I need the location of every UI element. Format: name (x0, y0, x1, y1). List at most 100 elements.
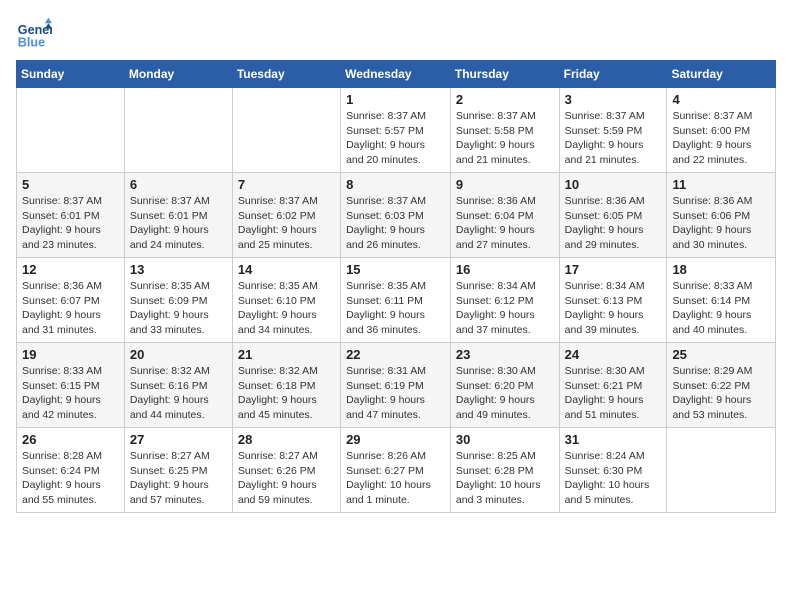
day-number: 26 (22, 432, 119, 447)
calendar-cell: 13 Sunrise: 8:35 AM Sunset: 6:09 PM Dayli… (124, 258, 232, 343)
day-number: 29 (346, 432, 445, 447)
day-info: Sunrise: 8:31 AM Sunset: 6:19 PM Dayligh… (346, 364, 445, 423)
weekday-header: Monday (124, 61, 232, 88)
weekday-header: Wednesday (341, 61, 451, 88)
calendar-cell (17, 88, 125, 173)
day-number: 14 (238, 262, 335, 277)
day-number: 12 (22, 262, 119, 277)
day-info: Sunrise: 8:33 AM Sunset: 6:15 PM Dayligh… (22, 364, 119, 423)
calendar-cell: 4 Sunrise: 8:37 AM Sunset: 6:00 PM Daylig… (667, 88, 776, 173)
day-info: Sunrise: 8:36 AM Sunset: 6:05 PM Dayligh… (565, 194, 662, 253)
header: General Blue (16, 16, 776, 52)
day-info: Sunrise: 8:27 AM Sunset: 6:26 PM Dayligh… (238, 449, 335, 508)
calendar-cell: 29 Sunrise: 8:26 AM Sunset: 6:27 PM Dayli… (341, 428, 451, 513)
day-info: Sunrise: 8:37 AM Sunset: 6:02 PM Dayligh… (238, 194, 335, 253)
day-number: 13 (130, 262, 227, 277)
calendar-cell: 3 Sunrise: 8:37 AM Sunset: 5:59 PM Daylig… (559, 88, 667, 173)
day-info: Sunrise: 8:35 AM Sunset: 6:11 PM Dayligh… (346, 279, 445, 338)
day-info: Sunrise: 8:35 AM Sunset: 6:10 PM Dayligh… (238, 279, 335, 338)
day-info: Sunrise: 8:30 AM Sunset: 6:21 PM Dayligh… (565, 364, 662, 423)
weekday-header: Saturday (667, 61, 776, 88)
calendar-cell: 12Sunrise: 8:36 AM Sunset: 6:07 PM Dayli… (17, 258, 125, 343)
day-number: 23 (456, 347, 554, 362)
day-number: 18 (672, 262, 770, 277)
day-number: 4 (672, 92, 770, 107)
day-number: 10 (565, 177, 662, 192)
day-info: Sunrise: 8:30 AM Sunset: 6:20 PM Dayligh… (456, 364, 554, 423)
day-info: Sunrise: 8:33 AM Sunset: 6:14 PM Dayligh… (672, 279, 770, 338)
calendar-cell: 23 Sunrise: 8:30 AM Sunset: 6:20 PM Dayli… (450, 343, 559, 428)
calendar-cell: 31Sunrise: 8:24 AM Sunset: 6:30 PM Dayli… (559, 428, 667, 513)
day-info: Sunrise: 8:34 AM Sunset: 6:13 PM Dayligh… (565, 279, 662, 338)
calendar-cell: 30 Sunrise: 8:25 AM Sunset: 6:28 PM Dayli… (450, 428, 559, 513)
calendar-cell: 28 Sunrise: 8:27 AM Sunset: 6:26 PM Dayli… (232, 428, 340, 513)
calendar-cell: 9 Sunrise: 8:36 AM Sunset: 6:04 PM Daylig… (450, 173, 559, 258)
day-number: 19 (22, 347, 119, 362)
day-info: Sunrise: 8:35 AM Sunset: 6:09 PM Dayligh… (130, 279, 227, 338)
day-info: Sunrise: 8:25 AM Sunset: 6:28 PM Dayligh… (456, 449, 554, 508)
calendar-cell: 5 Sunrise: 8:37 AM Sunset: 6:01 PM Daylig… (17, 173, 125, 258)
day-number: 3 (565, 92, 662, 107)
day-number: 9 (456, 177, 554, 192)
day-number: 22 (346, 347, 445, 362)
day-number: 1 (346, 92, 445, 107)
day-info: Sunrise: 8:26 AM Sunset: 6:27 PM Dayligh… (346, 449, 445, 508)
calendar-cell: 20 Sunrise: 8:32 AM Sunset: 6:16 PM Dayli… (124, 343, 232, 428)
calendar-cell (124, 88, 232, 173)
day-info: Sunrise: 8:29 AM Sunset: 6:22 PM Dayligh… (672, 364, 770, 423)
day-number: 17 (565, 262, 662, 277)
calendar-cell: 22 Sunrise: 8:31 AM Sunset: 6:19 PM Dayli… (341, 343, 451, 428)
day-number: 8 (346, 177, 445, 192)
calendar-cell: 8 Sunrise: 8:37 AM Sunset: 6:03 PM Daylig… (341, 173, 451, 258)
day-info: Sunrise: 8:32 AM Sunset: 6:16 PM Dayligh… (130, 364, 227, 423)
calendar-cell: 16 Sunrise: 8:34 AM Sunset: 6:12 PM Dayli… (450, 258, 559, 343)
day-number: 28 (238, 432, 335, 447)
calendar-cell: 25 Sunrise: 8:29 AM Sunset: 6:22 PM Dayli… (667, 343, 776, 428)
weekday-header: Thursday (450, 61, 559, 88)
calendar-cell: 7 Sunrise: 8:37 AM Sunset: 6:02 PM Daylig… (232, 173, 340, 258)
day-number: 27 (130, 432, 227, 447)
day-info: Sunrise: 8:37 AM Sunset: 6:03 PM Dayligh… (346, 194, 445, 253)
weekday-header: Friday (559, 61, 667, 88)
calendar-cell: 6 Sunrise: 8:37 AM Sunset: 6:01 PM Daylig… (124, 173, 232, 258)
day-number: 5 (22, 177, 119, 192)
calendar-cell: 10 Sunrise: 8:36 AM Sunset: 6:05 PM Dayli… (559, 173, 667, 258)
day-number: 30 (456, 432, 554, 447)
day-info: Sunrise: 8:36 AM Sunset: 6:06 PM Dayligh… (672, 194, 770, 253)
day-number: 6 (130, 177, 227, 192)
day-info: Sunrise: 8:37 AM Sunset: 6:01 PM Dayligh… (22, 194, 119, 253)
day-info: Sunrise: 8:34 AM Sunset: 6:12 PM Dayligh… (456, 279, 554, 338)
day-number: 7 (238, 177, 335, 192)
calendar-cell (232, 88, 340, 173)
day-number: 11 (672, 177, 770, 192)
day-number: 21 (238, 347, 335, 362)
weekday-header: Sunday (17, 61, 125, 88)
calendar-cell: 15Sunrise: 8:35 AM Sunset: 6:11 PM Dayli… (341, 258, 451, 343)
weekday-header: Tuesday (232, 61, 340, 88)
svg-text:Blue: Blue (18, 36, 45, 50)
calendar-header: SundayMondayTuesdayWednesdayThursdayFrid… (17, 61, 776, 88)
calendar-cell: 24Sunrise: 8:30 AM Sunset: 6:21 PM Dayli… (559, 343, 667, 428)
day-info: Sunrise: 8:24 AM Sunset: 6:30 PM Dayligh… (565, 449, 662, 508)
day-info: Sunrise: 8:36 AM Sunset: 6:04 PM Dayligh… (456, 194, 554, 253)
day-info: Sunrise: 8:37 AM Sunset: 6:01 PM Dayligh… (130, 194, 227, 253)
day-number: 20 (130, 347, 227, 362)
calendar-table: SundayMondayTuesdayWednesdayThursdayFrid… (16, 60, 776, 513)
calendar-cell: 2 Sunrise: 8:37 AM Sunset: 5:58 PM Daylig… (450, 88, 559, 173)
calendar-cell: 1Sunrise: 8:37 AM Sunset: 5:57 PM Daylig… (341, 88, 451, 173)
calendar-cell: 18 Sunrise: 8:33 AM Sunset: 6:14 PM Dayli… (667, 258, 776, 343)
day-number: 16 (456, 262, 554, 277)
calendar-cell: 19 Sunrise: 8:33 AM Sunset: 6:15 PM Dayli… (17, 343, 125, 428)
calendar-cell: 27 Sunrise: 8:27 AM Sunset: 6:25 PM Dayli… (124, 428, 232, 513)
day-info: Sunrise: 8:37 AM Sunset: 6:00 PM Dayligh… (672, 109, 770, 168)
day-info: Sunrise: 8:32 AM Sunset: 6:18 PM Dayligh… (238, 364, 335, 423)
day-info: Sunrise: 8:37 AM Sunset: 5:59 PM Dayligh… (565, 109, 662, 168)
calendar-cell (667, 428, 776, 513)
calendar-cell: 11 Sunrise: 8:36 AM Sunset: 6:06 PM Dayli… (667, 173, 776, 258)
calendar-cell: 14 Sunrise: 8:35 AM Sunset: 6:10 PM Dayli… (232, 258, 340, 343)
day-number: 2 (456, 92, 554, 107)
day-info: Sunrise: 8:27 AM Sunset: 6:25 PM Dayligh… (130, 449, 227, 508)
day-number: 25 (672, 347, 770, 362)
day-info: Sunrise: 8:37 AM Sunset: 5:58 PM Dayligh… (456, 109, 554, 168)
day-info: Sunrise: 8:28 AM Sunset: 6:24 PM Dayligh… (22, 449, 119, 508)
